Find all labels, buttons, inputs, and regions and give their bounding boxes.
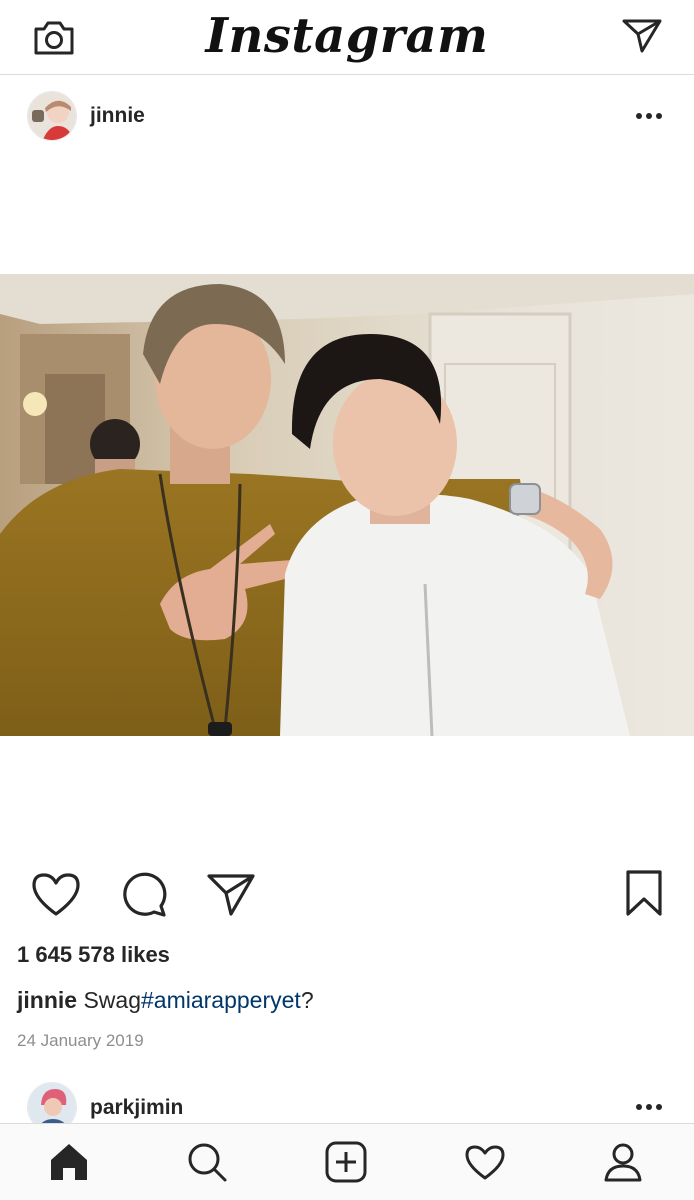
add-post-icon[interactable]: [322, 1138, 370, 1186]
caption-username[interactable]: jinnie: [17, 987, 77, 1013]
post-caption: jinnie Swag#amiarapperyet?: [17, 987, 314, 1014]
instagram-app: Instagram jinnie 1 645 578 likes jinnie …: [0, 0, 694, 1200]
more-options-icon[interactable]: [634, 1101, 664, 1113]
home-icon[interactable]: [45, 1138, 93, 1186]
post-photo[interactable]: [0, 274, 694, 736]
activity-heart-icon[interactable]: [461, 1138, 509, 1186]
post-actions: [0, 862, 694, 926]
top-header: Instagram: [0, 0, 694, 75]
search-icon[interactable]: [183, 1138, 231, 1186]
comment-icon[interactable]: [116, 866, 172, 922]
caption-suffix: ?: [300, 987, 314, 1013]
caption-hashtag[interactable]: #amiarapperyet: [141, 987, 301, 1013]
bottom-navigation: [0, 1123, 694, 1200]
likes-count[interactable]: 1 645 578 likes: [17, 942, 170, 968]
post-header: jinnie: [0, 85, 694, 147]
instagram-logo[interactable]: Instagram: [0, 2, 694, 70]
profile-icon[interactable]: [599, 1138, 647, 1186]
caption-text: Swag: [83, 987, 141, 1013]
heart-icon[interactable]: [28, 866, 84, 922]
avatar[interactable]: [27, 91, 77, 141]
direct-send-icon[interactable]: [620, 16, 664, 56]
share-icon[interactable]: [203, 866, 259, 922]
next-post-username[interactable]: parkjimin: [90, 1096, 183, 1120]
post-date: 24 January 2019: [17, 1031, 144, 1050]
more-options-icon[interactable]: [634, 110, 664, 122]
bookmark-icon[interactable]: [616, 866, 672, 922]
post-username[interactable]: jinnie: [90, 104, 145, 128]
